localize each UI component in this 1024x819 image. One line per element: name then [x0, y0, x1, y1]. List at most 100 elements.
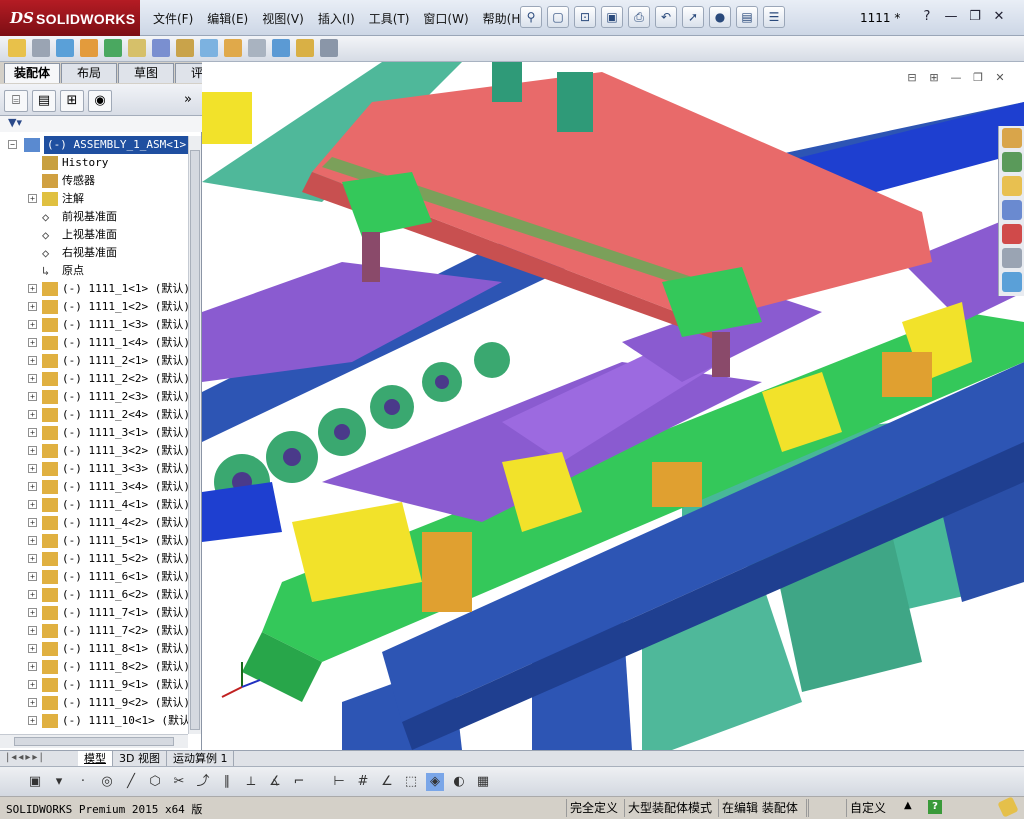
tree-item[interactable]: + (-) 1111_3<3> (默认): [0, 460, 188, 478]
expand-icon[interactable]: +: [28, 518, 37, 527]
tree-item[interactable]: ◇ 右视基准面: [0, 244, 188, 262]
tab-scroll-arrows-icon[interactable]: |◂◂▸▸|: [6, 752, 45, 763]
menu-insert[interactable]: 插入(I): [311, 10, 362, 27]
expand-icon[interactable]: +: [28, 194, 37, 203]
expand-icon[interactable]: +: [28, 626, 37, 635]
tree-item[interactable]: + (-) 1111_4<1> (默认): [0, 496, 188, 514]
expand-icon[interactable]: +: [28, 644, 37, 653]
tree-item[interactable]: + (-) 1111_7<2> (默认): [0, 622, 188, 640]
mirror-icon[interactable]: ⟂: [242, 773, 260, 791]
grid-icon[interactable]: #: [354, 773, 372, 791]
expand-icon[interactable]: +: [28, 284, 37, 293]
edit-pen-icon[interactable]: [997, 796, 1019, 818]
tree-item[interactable]: + (-) 1111_2<1> (默认): [0, 352, 188, 370]
tree-item[interactable]: + (-) 1111_4<2> (默认): [0, 514, 188, 532]
minimize-button[interactable]: —: [942, 8, 960, 26]
expand-icon[interactable]: +: [28, 446, 37, 455]
expand-icon[interactable]: +: [28, 356, 37, 365]
save-icon[interactable]: ▣: [601, 6, 623, 28]
tree-item[interactable]: + (-) 1111_1<2> (默认): [0, 298, 188, 316]
expand-icon[interactable]: +: [28, 554, 37, 563]
extend-icon[interactable]: ⤴: [194, 773, 212, 791]
polygon-icon[interactable]: ⬡: [146, 773, 164, 791]
tree-horizontal-scrollbar[interactable]: [0, 734, 188, 748]
graphics-viewport[interactable]: [202, 62, 1024, 750]
options-icon[interactable]: ☰: [763, 6, 785, 28]
design-library-icon[interactable]: [1001, 152, 1022, 172]
tree-item[interactable]: + (-) 1111_2<2> (默认): [0, 370, 188, 388]
expand-icon[interactable]: +: [28, 338, 37, 347]
expand-icon[interactable]: +: [28, 716, 37, 725]
expand-icon[interactable]: +: [28, 428, 37, 437]
ruler-icon[interactable]: ⊢: [330, 773, 348, 791]
camera-icon[interactable]: ◐: [450, 773, 468, 791]
property-manager-tab-icon[interactable]: ▤: [32, 90, 56, 112]
tree-item[interactable]: ◇ 前视基准面: [0, 208, 188, 226]
expand-icon[interactable]: +: [28, 680, 37, 689]
tree-item[interactable]: + (-) 1111_9<2> (默认): [0, 694, 188, 712]
save-icon[interactable]: ▣: [26, 773, 44, 791]
tree-item[interactable]: ◇ 上视基准面: [0, 226, 188, 244]
expand-icon[interactable]: +: [28, 392, 37, 401]
offset-icon[interactable]: ∥: [218, 773, 236, 791]
convert-icon[interactable]: ∡: [266, 773, 284, 791]
point-icon[interactable]: ·: [74, 773, 92, 791]
tree-item[interactable]: + (-) 1111_7<1> (默认): [0, 604, 188, 622]
tree-item[interactable]: + (-) 1111_5<1> (默认): [0, 532, 188, 550]
tree-item[interactable]: + (-) 1111_8<2> (默认): [0, 658, 188, 676]
move-component-icon[interactable]: [104, 39, 122, 57]
close-button[interactable]: ✕: [990, 8, 1008, 26]
restore-button[interactable]: ❐: [966, 8, 984, 26]
expand-icon[interactable]: +: [28, 320, 37, 329]
expand-icon[interactable]: +: [28, 536, 37, 545]
filter-icon[interactable]: ▼▾: [0, 116, 202, 132]
tab-layout[interactable]: 布局: [61, 63, 117, 83]
tree-item[interactable]: + (-) 1111_1<1> (默认): [0, 280, 188, 298]
tree-item[interactable]: + (-) 1111_3<1> (默认): [0, 424, 188, 442]
update-speedpak-icon[interactable]: [320, 39, 338, 57]
tile-icon[interactable]: ⊟: [903, 70, 921, 86]
display-manager-tab-icon[interactable]: ◉: [88, 90, 112, 112]
exploded-view-icon[interactable]: [248, 39, 266, 57]
scroll-thumb[interactable]: [190, 150, 200, 730]
view-palette-icon[interactable]: [1001, 200, 1022, 220]
tab-assembly[interactable]: 装配体: [4, 63, 60, 83]
file-explorer-icon[interactable]: [1001, 176, 1022, 196]
more-tabs-icon[interactable]: »: [176, 90, 200, 112]
expand-icon[interactable]: +: [28, 572, 37, 581]
expand-icon[interactable]: +: [28, 374, 37, 383]
tree-item[interactable]: + (-) 1111_5<2> (默认): [0, 550, 188, 568]
tree-vertical-scrollbar[interactable]: [188, 136, 201, 734]
pin-icon[interactable]: ⚲: [520, 6, 542, 28]
viewport-close-button[interactable]: ✕: [991, 70, 1009, 86]
solidworks-resources-icon[interactable]: [1001, 128, 1022, 148]
tree-item[interactable]: + (-) 1111_2<4> (默认): [0, 406, 188, 424]
undo-icon[interactable]: ↶: [655, 6, 677, 28]
expand-icon[interactable]: +: [28, 302, 37, 311]
reference-geometry-icon[interactable]: [176, 39, 194, 57]
expand-icon[interactable]: +: [28, 698, 37, 707]
relation-icon[interactable]: ⌐: [290, 773, 308, 791]
tree-item[interactable]: + (-) 1111_6<1> (默认): [0, 568, 188, 586]
expand-icon[interactable]: +: [28, 464, 37, 473]
mate-icon[interactable]: [32, 39, 50, 57]
explode-line-sketch-icon[interactable]: [272, 39, 290, 57]
menu-window[interactable]: 窗口(W): [416, 10, 475, 27]
solidworks-forum-icon[interactable]: [1001, 272, 1022, 292]
tree-item[interactable]: + 注解: [0, 190, 188, 208]
circle-icon[interactable]: ◎: [98, 773, 116, 791]
open-icon[interactable]: ⊡: [574, 6, 596, 28]
trim-icon[interactable]: ✂: [170, 773, 188, 791]
line-icon[interactable]: ╱: [122, 773, 140, 791]
help-icon[interactable]: ?: [928, 800, 942, 814]
tree-item[interactable]: + (-) 1111_8<1> (默认): [0, 640, 188, 658]
tree-item[interactable]: ↳ 原点: [0, 262, 188, 280]
feature-manager-tab-icon[interactable]: ⌸: [4, 90, 28, 112]
print-icon[interactable]: ⎙: [628, 6, 650, 28]
tree-item[interactable]: + (-) 1111_1<4> (默认): [0, 334, 188, 352]
tab-sketch[interactable]: 草图: [118, 63, 174, 83]
dropdown-icon[interactable]: ▾: [50, 773, 68, 791]
tile-vertical-icon[interactable]: ⊞: [925, 70, 943, 86]
expand-icon[interactable]: +: [28, 482, 37, 491]
menu-view[interactable]: 视图(V): [255, 10, 311, 27]
